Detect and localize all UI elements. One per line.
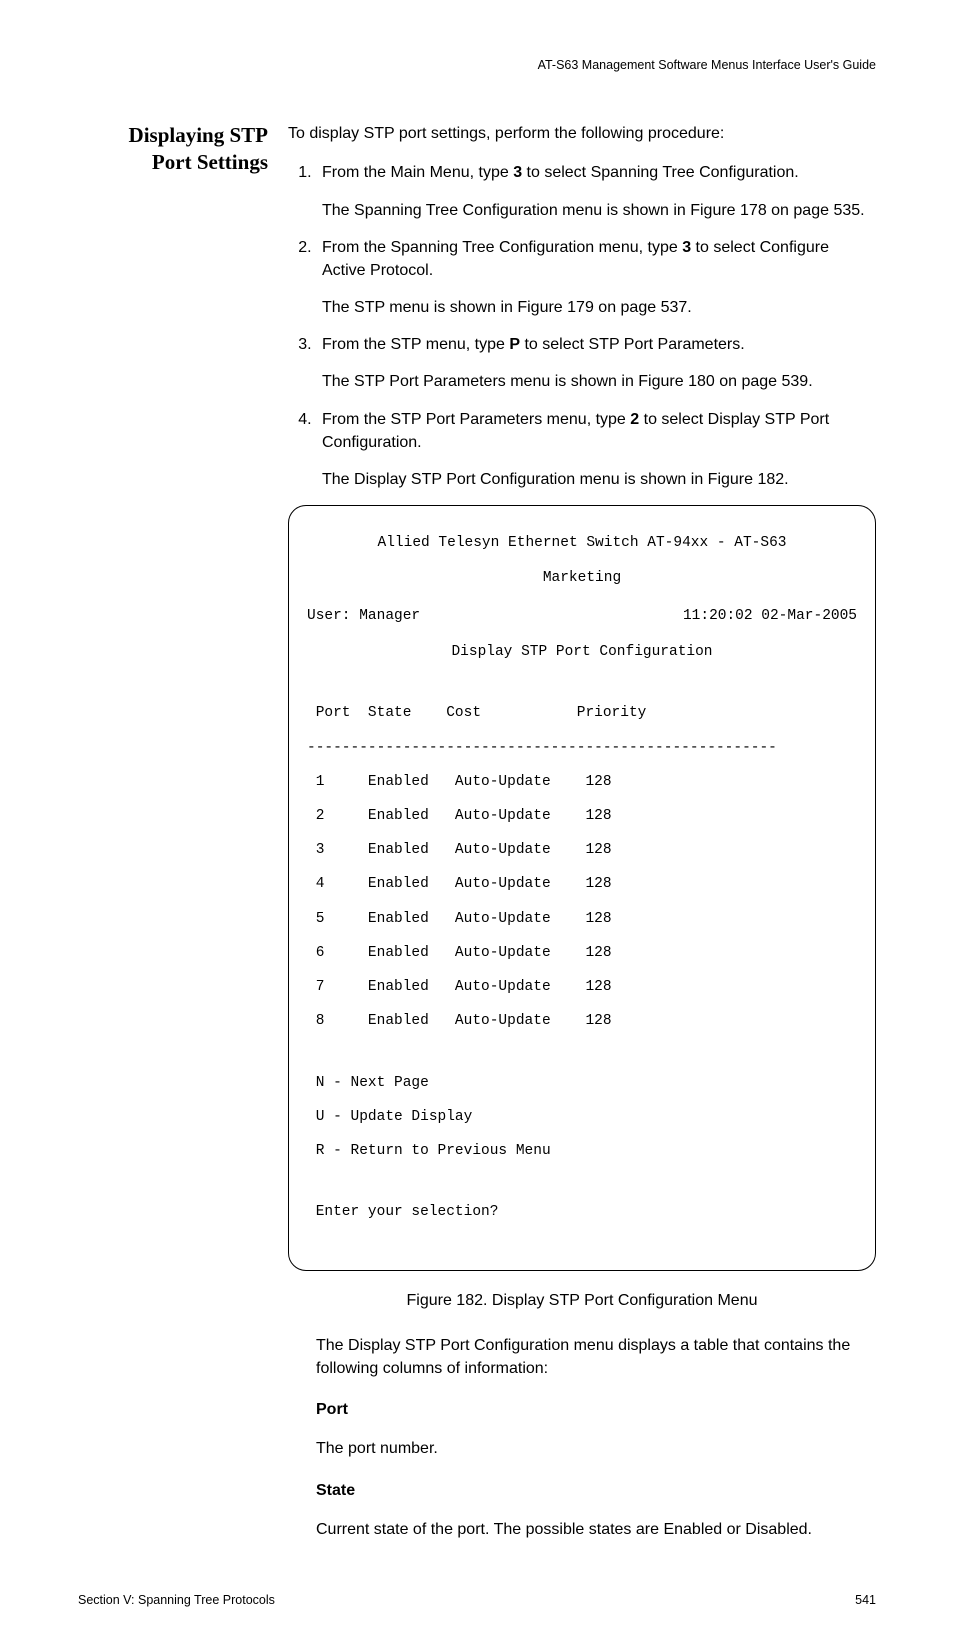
step-3: From the STP menu, type P to select STP … bbox=[316, 333, 876, 393]
terminal-row: 5 Enabled Auto-Update 128 bbox=[307, 911, 857, 928]
terminal-header-1: Allied Telesyn Ethernet Switch AT-94xx -… bbox=[307, 535, 857, 552]
terminal-menu-item: N - Next Page bbox=[307, 1075, 857, 1092]
terminal-row: 6 Enabled Auto-Update 128 bbox=[307, 945, 857, 962]
terminal-divider: ----------------------------------------… bbox=[307, 740, 857, 757]
section-heading-line1: Displaying STP bbox=[129, 123, 268, 147]
step-1-text-a: From the Main Menu, type bbox=[322, 164, 513, 181]
post-figure-block: The Display STP Port Configuration menu … bbox=[316, 1334, 876, 1541]
definition-state-desc: Current state of the port. The possible … bbox=[316, 1518, 876, 1541]
terminal-header-2: Marketing bbox=[307, 570, 857, 587]
terminal-timestamp: 11:20:02 02-Mar-2005 bbox=[683, 608, 857, 625]
step-3-note: The STP Port Parameters menu is shown in… bbox=[322, 370, 876, 393]
step-1: From the Main Menu, type 3 to select Spa… bbox=[316, 161, 876, 221]
step-4-note: The Display STP Port Configuration menu … bbox=[322, 468, 876, 491]
terminal-prompt: Enter your selection? bbox=[307, 1204, 857, 1221]
step-2: From the Spanning Tree Configuration men… bbox=[316, 236, 876, 320]
terminal-menu-item: U - Update Display bbox=[307, 1109, 857, 1126]
step-2-text-a: From the Spanning Tree Configuration men… bbox=[322, 239, 682, 256]
definition-port-label: Port bbox=[316, 1398, 876, 1421]
terminal-row: 1 Enabled Auto-Update 128 bbox=[307, 774, 857, 791]
terminal-user-line: User: Manager 11:20:02 02-Mar-2005 bbox=[307, 608, 857, 625]
section-heading-line2: Port Settings bbox=[152, 150, 268, 174]
terminal-screen: Allied Telesyn Ethernet Switch AT-94xx -… bbox=[288, 505, 876, 1270]
section-heading: Displaying STP Port Settings bbox=[78, 122, 288, 177]
step-1-note: The Spanning Tree Configuration menu is … bbox=[322, 199, 876, 222]
document-page: AT-S63 Management Software Menus Interfa… bbox=[0, 0, 954, 1649]
step-2-note: The STP menu is shown in Figure 179 on p… bbox=[322, 296, 876, 319]
procedure-steps: From the Main Menu, type 3 to select Spa… bbox=[288, 161, 876, 491]
step-3-text-a: From the STP menu, type bbox=[322, 336, 509, 353]
terminal-menu-item: R - Return to Previous Menu bbox=[307, 1143, 857, 1160]
step-3-text-c: to select STP Port Parameters. bbox=[520, 336, 745, 353]
footer-page-number: 541 bbox=[855, 1591, 876, 1609]
terminal-row: 4 Enabled Auto-Update 128 bbox=[307, 876, 857, 893]
step-3-key: P bbox=[509, 336, 520, 353]
terminal-row: 7 Enabled Auto-Update 128 bbox=[307, 979, 857, 996]
running-header: AT-S63 Management Software Menus Interfa… bbox=[78, 56, 876, 74]
definition-port-desc: The port number. bbox=[316, 1437, 876, 1460]
step-1-text-c: to select Spanning Tree Configuration. bbox=[522, 164, 799, 181]
terminal-title: Display STP Port Configuration bbox=[307, 644, 857, 661]
step-2-key: 3 bbox=[682, 239, 691, 256]
terminal-columns: Port State Cost Priority bbox=[307, 705, 857, 722]
main-column: To display STP port settings, perform th… bbox=[288, 122, 876, 1541]
content-area: Displaying STP Port Settings To display … bbox=[78, 122, 876, 1541]
step-1-key: 3 bbox=[513, 164, 522, 181]
definition-state-label: State bbox=[316, 1479, 876, 1502]
step-4-text-a: From the STP Port Parameters menu, type bbox=[322, 411, 630, 428]
footer-section: Section V: Spanning Tree Protocols bbox=[78, 1591, 275, 1609]
page-footer: Section V: Spanning Tree Protocols 541 bbox=[78, 1591, 876, 1609]
figure-caption: Figure 182. Display STP Port Configurati… bbox=[288, 1289, 876, 1312]
step-4: From the STP Port Parameters menu, type … bbox=[316, 408, 876, 492]
terminal-row: 3 Enabled Auto-Update 128 bbox=[307, 842, 857, 859]
intro-paragraph: To display STP port settings, perform th… bbox=[288, 122, 876, 145]
terminal-row: 8 Enabled Auto-Update 128 bbox=[307, 1013, 857, 1030]
terminal-row: 2 Enabled Auto-Update 128 bbox=[307, 808, 857, 825]
terminal-user: User: Manager bbox=[307, 608, 420, 625]
step-4-key: 2 bbox=[630, 411, 639, 428]
post-figure-paragraph: The Display STP Port Configuration menu … bbox=[316, 1334, 876, 1380]
